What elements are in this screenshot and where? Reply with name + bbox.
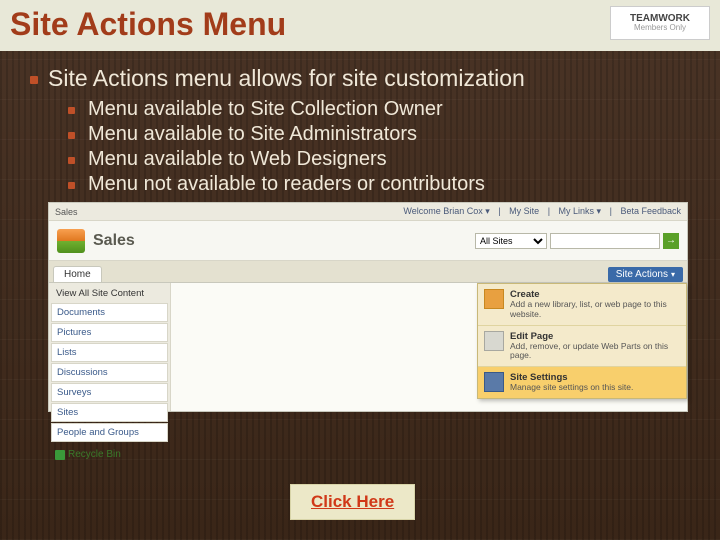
main-bullet: Site Actions menu allows for site custom… xyxy=(30,65,694,412)
main-bullet-text: Site Actions menu allows for site custom… xyxy=(48,65,525,91)
arrow-right-icon: → xyxy=(666,235,676,246)
sp-tabs-row: Home Site Actions xyxy=(49,261,687,283)
sp-left-nav: View All Site Content Documents Pictures… xyxy=(49,283,171,411)
sp-action-create[interactable]: Create Add a new library, list, or web p… xyxy=(478,284,686,326)
sp-recycle-bin[interactable]: Recycle Bin xyxy=(51,446,168,463)
slide-title: Site Actions Menu xyxy=(10,6,286,43)
sp-main-area: Create Add a new library, list, or web p… xyxy=(171,283,687,411)
sp-nav-documents[interactable]: Documents xyxy=(51,303,168,322)
sp-link-mylinks[interactable]: My Links ▾ xyxy=(559,206,602,216)
sp-global-bar: Sales Welcome Brian Cox ▾ | My Site | My… xyxy=(49,203,687,221)
teamwork-logo: TEAMWORK Members Only xyxy=(610,6,710,40)
sp-body: View All Site Content Documents Pictures… xyxy=(49,283,687,411)
click-here-link[interactable]: Click Here xyxy=(311,492,394,511)
sp-breadcrumb: Sales xyxy=(55,207,78,217)
sp-action-site-settings[interactable]: Site Settings Manage site settings on th… xyxy=(478,367,686,398)
sp-tab-home[interactable]: Home xyxy=(53,266,102,282)
sub-bullet: Menu available to Web Designers xyxy=(68,148,694,171)
sp-nav-people-groups[interactable]: People and Groups xyxy=(51,423,168,442)
sp-action-edit-page[interactable]: Edit Page Add, remove, or update Web Par… xyxy=(478,326,686,368)
sp-nav-sites[interactable]: Sites xyxy=(51,403,168,422)
sp-search: All Sites → xyxy=(475,233,679,249)
site-settings-icon xyxy=(484,372,504,392)
create-icon xyxy=(484,289,504,309)
sp-header: Sales All Sites → xyxy=(49,221,687,261)
sub-bullet: Menu available to Site Collection Owner xyxy=(68,98,694,121)
slide: Site Actions Menu TEAMWORK Members Only … xyxy=(0,0,720,540)
sp-search-scope-select[interactable]: All Sites xyxy=(475,233,547,249)
sp-nav-surveys[interactable]: Surveys xyxy=(51,383,168,402)
sp-search-input[interactable] xyxy=(550,233,660,249)
sp-nav-discussions[interactable]: Discussions xyxy=(51,363,168,382)
sub-bullet: Menu available to Site Administrators xyxy=(68,123,694,146)
sp-site-logo-icon xyxy=(57,229,85,253)
sp-link-mysite[interactable]: My Site xyxy=(509,206,539,216)
site-actions-dropdown: Create Add a new library, list, or web p… xyxy=(477,283,687,399)
sp-nav-view-all[interactable]: View All Site Content xyxy=(51,285,168,302)
click-here-box: Click Here xyxy=(290,484,415,520)
sp-nav-lists[interactable]: Lists xyxy=(51,343,168,362)
sp-site-title: Sales xyxy=(93,232,467,250)
content-area: Site Actions menu allows for site custom… xyxy=(0,51,720,412)
title-bar: Site Actions Menu TEAMWORK Members Only xyxy=(0,0,720,51)
sharepoint-screenshot: Sales Welcome Brian Cox ▾ | My Site | My… xyxy=(48,202,688,412)
sp-link-feedback[interactable]: Beta Feedback xyxy=(620,206,681,216)
sp-search-go-button[interactable]: → xyxy=(663,233,679,249)
sub-bullet: Menu not available to readers or contrib… xyxy=(68,173,694,196)
site-actions-button[interactable]: Site Actions xyxy=(608,267,683,282)
edit-page-icon xyxy=(484,331,504,351)
sp-nav-pictures[interactable]: Pictures xyxy=(51,323,168,342)
recycle-bin-icon xyxy=(55,450,65,460)
sp-welcome-user[interactable]: Welcome Brian Cox ▾ xyxy=(403,206,489,216)
